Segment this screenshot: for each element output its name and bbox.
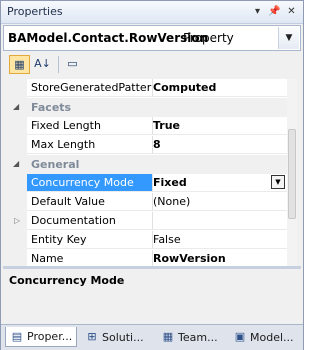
properties-icon: ▤ xyxy=(11,329,23,343)
row-gutter xyxy=(7,231,27,250)
collapse-arrow-icon[interactable]: ◢ xyxy=(13,159,19,168)
row-gutter xyxy=(7,117,27,136)
title-controls: ▾ 📌 ✕ xyxy=(250,4,299,19)
property-row-selected[interactable]: Concurrency Mode Fixed ▼ xyxy=(7,174,287,193)
description-pane: Concurrency Mode xyxy=(3,269,301,321)
property-value[interactable] xyxy=(153,212,287,230)
categorized-view-icon[interactable]: ▦ xyxy=(9,55,30,74)
property-value[interactable]: 8 xyxy=(153,136,287,154)
tab-team-explorer[interactable]: ▦ Team... xyxy=(157,327,227,347)
toolbar-separator xyxy=(58,56,59,73)
property-name[interactable]: Name xyxy=(27,250,153,266)
category-label: General xyxy=(31,158,80,171)
property-name[interactable]: Entity Key xyxy=(27,231,153,249)
auto-hide-pin-icon[interactable]: 📌 xyxy=(267,4,282,19)
property-grid: StoreGeneratedPattern Computed ◢ Facets … xyxy=(7,79,297,266)
tab-label: Team... xyxy=(178,330,218,344)
property-row[interactable]: StoreGeneratedPattern Computed xyxy=(7,79,287,98)
property-row[interactable]: Name RowVersion xyxy=(7,250,287,266)
window-position-dropdown-icon[interactable]: ▾ xyxy=(250,4,265,19)
row-gutter xyxy=(7,79,27,98)
expand-arrow-icon[interactable]: ▷ xyxy=(14,216,20,225)
property-pages-icon[interactable]: ▭ xyxy=(62,55,83,74)
property-row[interactable]: Max Length 8 xyxy=(7,136,287,155)
title-bar: Properties ▾ 📌 ✕ xyxy=(1,1,303,24)
window-title: Properties xyxy=(7,5,63,18)
tool-window-tabs: ▤ Proper... ⊞ Soluti... ▦ Team... ▣ Mode… xyxy=(1,324,303,350)
property-value[interactable]: (None) xyxy=(153,193,287,211)
object-selector[interactable]: BAModel.Contact.RowVersion Property ▼ xyxy=(3,25,301,51)
team-explorer-icon: ▦ xyxy=(162,330,174,343)
selected-object-name: BAModel.Contact.RowVersion xyxy=(8,31,209,45)
scrollbar-thumb[interactable] xyxy=(288,129,296,219)
description-title: Concurrency Mode xyxy=(9,274,125,287)
property-value[interactable]: RowVersion xyxy=(153,250,287,266)
property-value[interactable]: Computed xyxy=(153,79,287,97)
property-row[interactable]: ▷ Documentation xyxy=(7,212,287,231)
property-name[interactable]: Documentation xyxy=(27,212,153,230)
collapse-arrow-icon[interactable]: ◢ xyxy=(13,102,19,111)
selected-object-type: Property xyxy=(183,31,234,45)
property-value[interactable]: Fixed ▼ xyxy=(153,174,287,192)
property-row[interactable]: Entity Key False xyxy=(7,231,287,250)
category-header[interactable]: ◢ Facets xyxy=(7,98,287,117)
tab-label: Soluti... xyxy=(102,330,144,344)
tab-model-browser[interactable]: ▣ Model... xyxy=(229,327,301,347)
category-label: Facets xyxy=(31,101,72,114)
property-value[interactable]: False xyxy=(153,231,287,249)
property-value-text: Fixed xyxy=(153,176,187,189)
property-row[interactable]: Default Value (None) xyxy=(7,193,287,212)
property-row[interactable]: Fixed Length True xyxy=(7,117,287,136)
property-name[interactable]: Max Length xyxy=(27,136,153,154)
close-icon[interactable]: ✕ xyxy=(284,4,299,19)
alphabetical-sort-icon[interactable]: A↓ xyxy=(32,55,53,74)
chevron-down-icon[interactable]: ▼ xyxy=(278,27,299,49)
tab-label: Proper... xyxy=(27,330,73,343)
row-gutter xyxy=(7,136,27,155)
property-value[interactable]: True xyxy=(153,117,287,135)
vertical-scrollbar[interactable] xyxy=(287,79,297,266)
property-name[interactable]: Default Value xyxy=(27,193,153,211)
tab-properties[interactable]: ▤ Proper... xyxy=(5,327,77,347)
property-name[interactable]: Fixed Length xyxy=(27,117,153,135)
property-name[interactable]: StoreGeneratedPattern xyxy=(27,79,153,97)
properties-toolbar: ▦ A↓ ▭ xyxy=(3,52,301,76)
category-header[interactable]: ◢ General xyxy=(7,155,287,174)
row-gutter xyxy=(7,250,27,266)
chevron-down-icon[interactable]: ▼ xyxy=(271,175,285,189)
row-gutter xyxy=(7,174,27,193)
model-browser-icon: ▣ xyxy=(234,330,246,343)
row-gutter xyxy=(7,193,27,212)
property-name[interactable]: Concurrency Mode xyxy=(27,174,153,192)
row-gutter: ▷ xyxy=(7,212,27,231)
tab-label: Model... xyxy=(250,330,294,344)
properties-window: Properties ▾ 📌 ✕ BAModel.Contact.RowVers… xyxy=(0,0,304,350)
tab-solution-explorer[interactable]: ⊞ Soluti... xyxy=(81,327,153,347)
solution-explorer-icon: ⊞ xyxy=(87,330,97,343)
